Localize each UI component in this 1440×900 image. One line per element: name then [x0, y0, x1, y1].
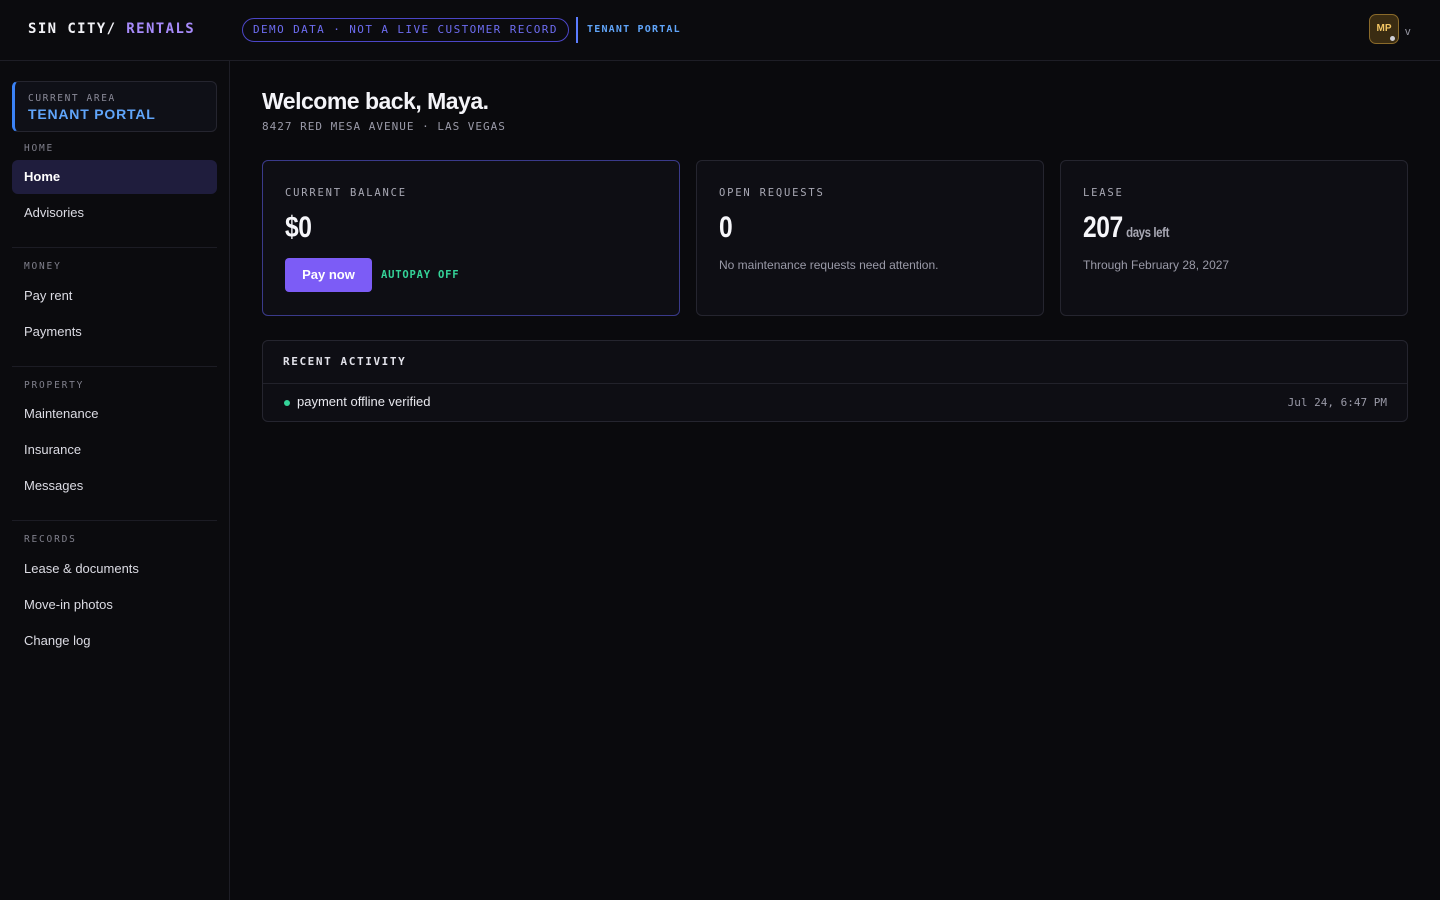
- demo-data-badge: DEMO DATA · NOT A LIVE CUSTOMER RECORD: [242, 18, 569, 42]
- nav-section-records: RECORDS: [24, 534, 77, 545]
- nav-divider: [12, 520, 217, 521]
- sidebar-item-insurance[interactable]: Insurance: [12, 433, 217, 467]
- open-requests-note: No maintenance requests need attention.: [719, 258, 939, 272]
- status-dot-icon: [284, 400, 290, 406]
- balance-value: $0: [285, 211, 312, 244]
- logo[interactable]: SIN CITY/ RENTALS: [28, 21, 195, 37]
- status-dot-icon: [1390, 36, 1395, 41]
- sidebar-item-advisories[interactable]: Advisories: [12, 196, 217, 230]
- nav-divider: [12, 366, 217, 367]
- sidebar-item-messages[interactable]: Messages: [12, 469, 217, 503]
- sidebar-item-payments[interactable]: Payments: [12, 315, 217, 349]
- autopay-status[interactable]: AUTOPAY OFF: [381, 269, 459, 281]
- current-area-label: CURRENT AREA: [28, 93, 116, 104]
- lease-days-value: 207 days left: [1083, 211, 1169, 245]
- sidebar-item-pay-rent[interactable]: Pay rent: [12, 279, 217, 313]
- chevron-down-icon[interactable]: v: [1405, 26, 1411, 38]
- nav-section-money: MONEY: [24, 261, 62, 272]
- current-area-name: TENANT PORTAL: [28, 106, 156, 122]
- logo-text-accent: RENTALS: [116, 21, 196, 37]
- sidebar-item-home[interactable]: Home: [12, 160, 217, 194]
- sidebar: CURRENT AREA TENANT PORTAL HOME Home Adv…: [0, 61, 230, 900]
- balance-card: CURRENT BALANCE $0 Pay now AUTOPAY OFF: [262, 160, 680, 316]
- header-divider: [576, 17, 578, 43]
- recent-activity-title: RECENT ACTIVITY: [263, 341, 1407, 384]
- lease-days-number: 207: [1083, 211, 1123, 244]
- recent-activity-panel: RECENT ACTIVITY payment offline verified…: [262, 340, 1408, 422]
- lease-end-date: Through February 28, 2027: [1083, 258, 1230, 272]
- sidebar-item-move-in-photos[interactable]: Move-in photos: [12, 588, 217, 622]
- lease-label: LEASE: [1083, 187, 1124, 199]
- logo-text-primary: SIN CITY/: [28, 21, 117, 37]
- lease-days-unit: days left: [1126, 224, 1169, 240]
- nav-divider: [12, 247, 217, 248]
- sidebar-item-maintenance[interactable]: Maintenance: [12, 397, 217, 431]
- lease-card: LEASE 207 days left Through February 28, …: [1060, 160, 1408, 316]
- activity-item-text: payment offline verified: [297, 394, 431, 409]
- sidebar-item-change-log[interactable]: Change log: [12, 624, 217, 658]
- top-bar: SIN CITY/ RENTALS DEMO DATA · NOT A LIVE…: [0, 0, 1440, 61]
- property-address: 8427 RED MESA AVENUE · LAS VEGAS: [262, 120, 506, 133]
- pay-now-button[interactable]: Pay now: [285, 258, 372, 292]
- current-area-card: CURRENT AREA TENANT PORTAL: [12, 81, 217, 132]
- activity-item-time: Jul 24, 6:47 PM: [1287, 396, 1387, 409]
- nav-section-property: PROPERTY: [24, 380, 85, 391]
- balance-label: CURRENT BALANCE: [285, 187, 407, 199]
- sidebar-item-lease-documents[interactable]: Lease & documents: [12, 552, 217, 586]
- open-requests-card: OPEN REQUESTS 0 No maintenance requests …: [696, 160, 1044, 316]
- open-requests-label: OPEN REQUESTS: [719, 187, 825, 199]
- page-title: Welcome back, Maya.: [262, 88, 489, 114]
- open-requests-value: 0: [719, 211, 733, 244]
- portal-tag: TENANT PORTAL: [587, 24, 681, 35]
- nav-section-home: HOME: [24, 143, 55, 154]
